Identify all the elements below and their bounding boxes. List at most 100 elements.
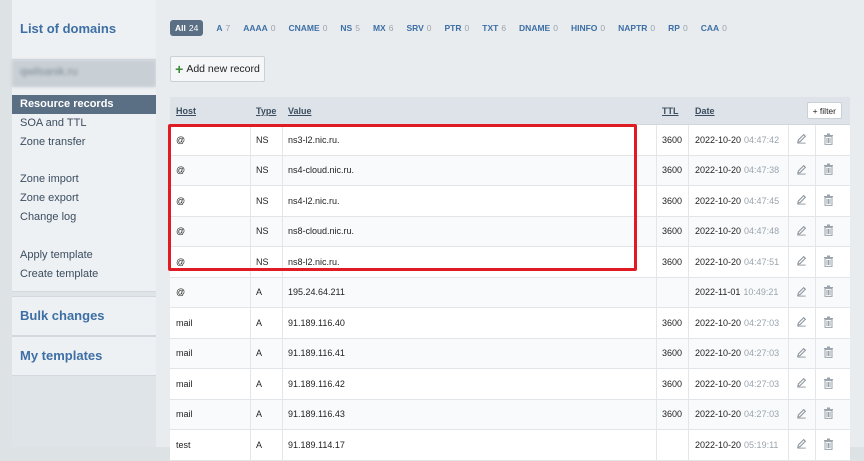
- sidebar-item-soa-and-ttl[interactable]: SOA and TTL: [12, 114, 156, 133]
- edit-record-button[interactable]: [794, 369, 808, 399]
- filter-tab-ns[interactable]: NS 5: [340, 23, 360, 33]
- filter-count: 0: [322, 23, 328, 33]
- filter-tab-a[interactable]: A7: [216, 23, 230, 33]
- add-new-record-button[interactable]: + Add new record: [170, 56, 265, 82]
- sort-ttl[interactable]: TTL: [662, 97, 679, 124]
- value-cell: 91.189.116.41: [288, 348, 345, 359]
- edit-record-button[interactable]: [794, 278, 808, 308]
- edit-record-button[interactable]: [794, 125, 808, 155]
- time-value: 04:47:45: [744, 195, 780, 206]
- filter-label: All: [175, 23, 186, 33]
- filter-label: NS: [340, 23, 353, 33]
- delete-record-button[interactable]: [821, 278, 835, 308]
- column-divider: [282, 155, 283, 185]
- delete-record-button[interactable]: [821, 247, 835, 277]
- sidebar-item-create-template[interactable]: Create template: [12, 265, 156, 284]
- filter-tab-caa[interactable]: CAA 0: [701, 23, 727, 33]
- edit-record-button[interactable]: [794, 156, 808, 186]
- filter-count: 24: [188, 23, 199, 33]
- sidebar-item-resource-records[interactable]: Resource records: [12, 95, 156, 114]
- table-row: @ A 195.24.64.211 2022-11-01 10:49:21: [170, 277, 850, 308]
- pencil-icon: [796, 347, 807, 360]
- type-cell: NS: [256, 195, 269, 206]
- filter-tab-ptr[interactable]: PTR 0: [445, 23, 470, 33]
- filter-label: AAAA: [243, 23, 268, 33]
- delete-record-button[interactable]: [821, 400, 835, 430]
- date-value: 2022-11-01: [695, 287, 741, 298]
- filter-tab-srv[interactable]: SRV 0: [406, 23, 431, 33]
- filter-tab-hinfo[interactable]: HINFO 0: [571, 23, 605, 33]
- host-cell: @: [176, 165, 186, 176]
- column-divider: [815, 247, 816, 277]
- edit-record-button[interactable]: [794, 217, 808, 247]
- filter-button[interactable]: + filter: [806, 102, 842, 119]
- filter-tab-dname[interactable]: DNAME 0: [519, 23, 558, 33]
- edit-record-button[interactable]: [794, 308, 808, 338]
- filter-tab-txt[interactable]: TXT 6: [482, 23, 506, 33]
- value-cell: 91.189.116.42: [288, 378, 345, 389]
- delete-record-button[interactable]: [821, 186, 835, 216]
- edit-record-button[interactable]: [794, 247, 808, 277]
- filter-tab-cname[interactable]: CNAME 0: [289, 23, 328, 33]
- sidebar-item-zone-transfer[interactable]: Zone transfer: [12, 133, 156, 152]
- delete-record-button[interactable]: [821, 156, 835, 186]
- delete-record-button[interactable]: [821, 430, 835, 460]
- filter-tab-mx[interactable]: MX 6: [373, 23, 393, 33]
- date-value: 2022-10-20: [695, 165, 742, 176]
- delete-record-button[interactable]: [821, 369, 835, 399]
- pencil-icon: [796, 225, 807, 238]
- trash-icon: [823, 224, 834, 238]
- value-cell: 91.189.114.17: [288, 439, 345, 450]
- date-cell: 2022-10-20 04:27:03: [695, 339, 779, 369]
- trash-icon: [823, 163, 834, 177]
- filter-label: SRV: [406, 23, 424, 33]
- pencil-icon: [796, 255, 807, 268]
- column-divider: [282, 125, 283, 155]
- date-cell: 2022-10-20 04:27:03: [695, 369, 779, 399]
- filter-tab-naptr[interactable]: NAPTR 0: [618, 23, 655, 33]
- delete-record-button[interactable]: [821, 217, 835, 247]
- filter-tab-aaaa[interactable]: AAAA 0: [243, 23, 275, 33]
- value-cell: 91.189.116.43: [288, 409, 345, 420]
- column-divider: [815, 430, 816, 460]
- filter-tab-all[interactable]: All 24: [170, 20, 204, 36]
- edit-record-button[interactable]: [794, 186, 808, 216]
- column-divider: [788, 186, 789, 216]
- edit-record-button[interactable]: [794, 400, 808, 430]
- date-value: 2022-10-20: [695, 378, 742, 389]
- edit-record-button[interactable]: [794, 430, 808, 460]
- value-cell: ns4-l2.nic.ru.: [288, 195, 340, 206]
- sort-host[interactable]: Host: [176, 97, 196, 124]
- sidebar-item-apply-template[interactable]: Apply template: [12, 246, 156, 265]
- delete-record-button[interactable]: [821, 339, 835, 369]
- host-cell: @: [176, 195, 186, 206]
- my-templates-link[interactable]: My templates: [12, 336, 156, 377]
- sort-type[interactable]: Type: [256, 97, 276, 124]
- column-divider: [815, 369, 816, 399]
- trash-icon: [823, 133, 834, 147]
- column-divider: [788, 338, 789, 368]
- column-divider: [656, 338, 657, 368]
- date-cell: 2022-10-20 04:27:03: [695, 400, 779, 430]
- edit-record-button[interactable]: [794, 339, 808, 369]
- type-cell: NS: [256, 256, 269, 267]
- filter-label: PTR: [444, 23, 462, 33]
- delete-record-button[interactable]: [821, 125, 835, 155]
- table-row: @ NS ns4-cloud.nic.ru. 3600 2022-10-20 04:47:…: [170, 155, 850, 186]
- column-divider: [688, 338, 689, 368]
- sort-value[interactable]: Value: [288, 97, 312, 124]
- trash-icon: [823, 377, 834, 391]
- bulk-changes-link[interactable]: Bulk changes: [12, 296, 156, 337]
- sidebar-item-zone-import[interactable]: Zone import: [12, 170, 156, 189]
- column-divider: [656, 399, 657, 429]
- filter-tab-rp[interactable]: RP 0: [668, 23, 688, 33]
- list-of-domains-link[interactable]: List of domains: [12, 0, 156, 60]
- column-divider: [656, 125, 657, 155]
- trash-icon: [823, 407, 834, 421]
- sort-date[interactable]: Date: [695, 97, 715, 124]
- ttl-cell: 3600: [662, 165, 683, 176]
- sidebar-item-zone-export[interactable]: Zone export: [12, 189, 156, 208]
- filter-count: 6: [388, 23, 394, 33]
- delete-record-button[interactable]: [821, 308, 835, 338]
- sidebar-item-change-log[interactable]: Change log: [12, 208, 156, 227]
